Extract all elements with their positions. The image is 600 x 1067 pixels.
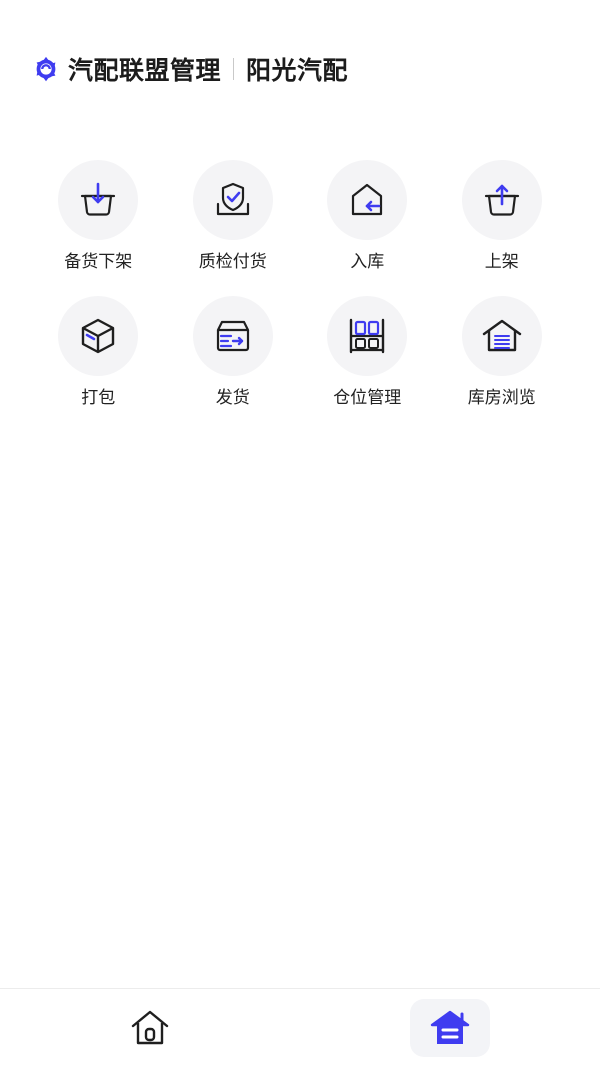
gear-logo-icon bbox=[30, 53, 62, 85]
warehouse-list-icon bbox=[482, 319, 521, 352]
shelve-basket-icon bbox=[484, 184, 519, 216]
warehouse-icon bbox=[430, 1010, 470, 1044]
menu-item-icon-bg bbox=[461, 296, 542, 376]
shipping-box-icon bbox=[216, 320, 249, 352]
menu-item-label: 质检付货 bbox=[198, 252, 267, 272]
menu-item-icon-bg bbox=[327, 160, 408, 240]
menu-item-unload[interactable]: 备货下架 bbox=[31, 160, 166, 274]
menu-item-storage[interactable]: 仓位管理 bbox=[300, 296, 435, 410]
menu-item-icon-bg bbox=[461, 160, 542, 240]
menu-item-label: 发货 bbox=[215, 388, 250, 408]
menu-item-pack[interactable]: 打包 bbox=[31, 296, 166, 410]
menu-item-icon-bg bbox=[58, 160, 139, 240]
company-name: 阳光汽配 bbox=[246, 56, 349, 85]
home-icon bbox=[131, 1010, 169, 1045]
bottom-tab-bar bbox=[0, 988, 600, 1067]
menu-item-label: 打包 bbox=[81, 388, 116, 408]
unload-basket-icon bbox=[81, 182, 116, 216]
tab-warehouse[interactable] bbox=[410, 999, 490, 1057]
app-header: 汽配联盟管理 阳光汽配 bbox=[30, 50, 348, 88]
menu-item-ship[interactable]: 发货 bbox=[166, 296, 301, 410]
package-box-icon bbox=[82, 318, 115, 354]
tab-home[interactable] bbox=[110, 999, 190, 1057]
menu-item-icon-bg bbox=[58, 296, 139, 376]
app-title: 汽配联盟管理 bbox=[68, 56, 222, 85]
menu-item-label: 库房浏览 bbox=[467, 388, 536, 408]
menu-item-label: 上架 bbox=[484, 252, 519, 272]
menu-item-shelve[interactable]: 上架 bbox=[435, 160, 570, 274]
header-divider bbox=[233, 58, 235, 80]
menu-item-label: 入库 bbox=[350, 252, 385, 272]
menu-item-icon-bg bbox=[192, 160, 273, 240]
menu-item-icon-bg bbox=[327, 296, 408, 376]
menu-item-inbound[interactable]: 入库 bbox=[300, 160, 435, 274]
storage-rack-icon bbox=[350, 318, 385, 354]
menu-item-quality-check[interactable]: 质检付货 bbox=[166, 160, 301, 274]
menu-item-icon-bg bbox=[192, 296, 273, 376]
inbound-house-icon bbox=[352, 183, 383, 216]
menu-item-label: 仓位管理 bbox=[333, 388, 402, 408]
function-grid: 备货下架 质检付货 入库 上架 打包 发货 仓位管理 库房浏览 bbox=[31, 160, 569, 410]
menu-item-warehouse-browse[interactable]: 库房浏览 bbox=[435, 296, 570, 410]
menu-item-label: 备货下架 bbox=[64, 252, 133, 272]
quality-check-shield-icon bbox=[216, 182, 249, 216]
